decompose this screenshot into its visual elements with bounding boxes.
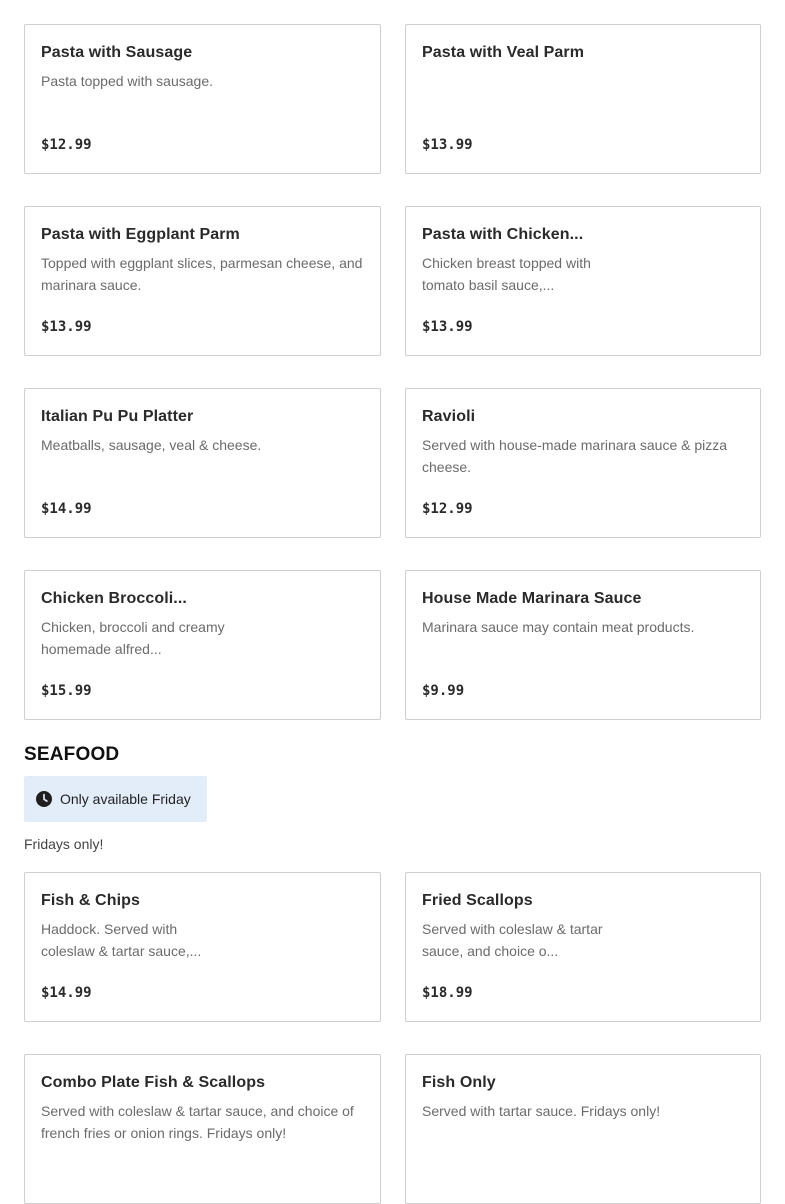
item-description: Served with tartar sauce. Fridays only!	[422, 1103, 661, 1119]
section-title-seafood: SEAFOOD	[24, 744, 120, 765]
item-name: Combo Plate Fish & Scallops	[41, 1074, 266, 1091]
item-name: Pasta with Eggplant Parm	[41, 226, 240, 243]
item-price: $12.99	[422, 501, 473, 517]
pasta-menu-grid: Pasta with Sausage Pasta topped with sau…	[24, 24, 761, 720]
item-description: Served with coleslaw & tartar sauce, and…	[422, 921, 603, 959]
menu-item-card[interactable]: Combo Plate Fish & Scallops Served with …	[24, 1054, 381, 1204]
item-description: Meatballs, sausage, veal & cheese.	[41, 437, 262, 453]
item-price: $15.99	[41, 683, 92, 699]
clock-icon	[36, 791, 52, 807]
menu-item-card[interactable]: Chicken Broccoli... Chicken, broccoli an…	[24, 570, 381, 720]
item-name: Chicken Broccoli...	[41, 590, 187, 607]
item-name: Pasta with Chicken...	[422, 226, 584, 243]
item-name: Pasta with Sausage	[41, 44, 193, 61]
item-price: $14.99	[41, 501, 92, 517]
item-name: Ravioli	[422, 408, 476, 425]
item-price: $14.99	[41, 985, 92, 1001]
item-price: $13.99	[422, 319, 473, 335]
item-price: $18.99	[422, 985, 473, 1001]
item-description: Served with house-made marinara sauce & …	[422, 437, 728, 475]
item-name: Fish & Chips	[41, 892, 140, 909]
item-description: Chicken, broccoli and creamy homemade al…	[41, 619, 225, 657]
item-price: $13.99	[41, 319, 92, 335]
menu-item-card[interactable]: House Made Marinara Sauce Marinara sauce…	[405, 570, 761, 720]
item-price: $12.99	[41, 137, 92, 153]
menu-item-card[interactable]: Fish Only Served with tartar sauce. Frid…	[405, 1054, 761, 1204]
item-name: House Made Marinara Sauce	[422, 590, 642, 607]
menu-item-card[interactable]: Pasta with Sausage Pasta topped with sau…	[24, 24, 381, 174]
menu-item-card[interactable]: Fish & Chips Haddock. Served with colesl…	[24, 872, 381, 1022]
item-price: $13.99	[422, 137, 473, 153]
menu-item-card[interactable]: Pasta with Veal Parm $13.99	[405, 24, 761, 174]
item-description: Pasta topped with sausage.	[41, 73, 214, 89]
item-description: Topped with eggplant slices, parmesan ch…	[41, 255, 363, 293]
menu-item-card[interactable]: Italian Pu Pu Platter Meatballs, sausage…	[24, 388, 381, 538]
menu-item-card[interactable]: Ravioli Served with house-made marinara …	[405, 388, 761, 538]
menu-item-card[interactable]: Pasta with Chicken... Chicken breast top…	[405, 206, 761, 356]
section-note: Fridays only!	[24, 836, 104, 852]
item-name: Pasta with Veal Parm	[422, 44, 585, 61]
menu-item-card[interactable]: Fried Scallops Served with coleslaw & ta…	[405, 872, 761, 1022]
availability-text: Only available Friday	[60, 791, 191, 807]
item-name: Fish Only	[422, 1074, 496, 1091]
item-description: Chicken breast topped with tomato basil …	[422, 255, 591, 293]
item-price: $9.99	[422, 683, 465, 699]
menu-item-card[interactable]: Pasta with Eggplant Parm Topped with egg…	[24, 206, 381, 356]
availability-badge: Only available Friday	[24, 776, 207, 822]
item-name: Italian Pu Pu Platter	[41, 408, 194, 425]
item-description: Served with coleslaw & tartar sauce, and…	[41, 1103, 354, 1141]
item-name: Fried Scallops	[422, 892, 533, 909]
seafood-menu-grid: Fish & Chips Haddock. Served with colesl…	[24, 872, 761, 1204]
item-description: Marinara sauce may contain meat products…	[422, 619, 695, 635]
item-description: Haddock. Served with coleslaw & tartar s…	[41, 921, 202, 959]
